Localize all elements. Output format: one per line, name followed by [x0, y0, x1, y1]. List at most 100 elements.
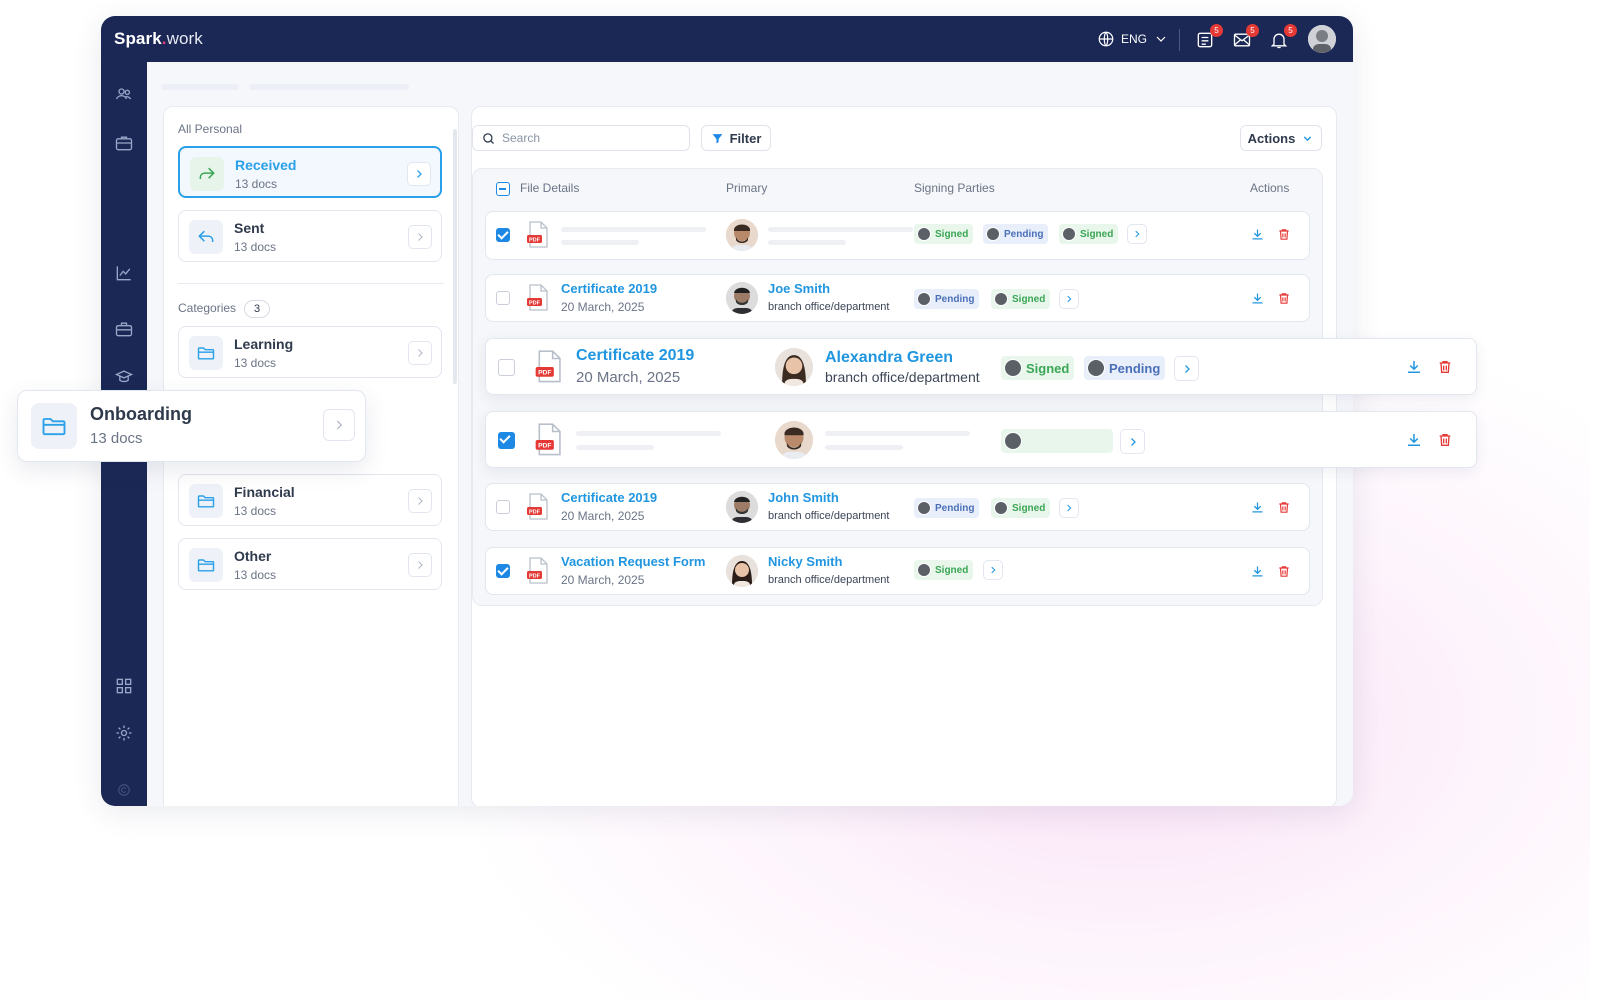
users-icon[interactable]: [114, 84, 134, 104]
column-signing-parties: Signing Parties: [914, 181, 995, 195]
messages-button[interactable]: 5: [1231, 24, 1259, 50]
trash-icon[interactable]: [1277, 500, 1291, 515]
grid-icon[interactable]: [114, 676, 134, 696]
expand-parties-button[interactable]: [983, 560, 1003, 580]
trash-icon[interactable]: [1437, 358, 1453, 376]
folder-onboarding[interactable]: Onboarding 13 docs: [17, 390, 366, 462]
table-row[interactable]: PDF: [485, 411, 1477, 468]
row-checkbox[interactable]: [496, 228, 510, 242]
download-icon[interactable]: [1250, 564, 1265, 579]
file-date: 20 March, 2025: [561, 509, 645, 523]
row-checkbox[interactable]: [496, 500, 510, 514]
primary-name[interactable]: Nicky Smith: [768, 554, 842, 569]
svg-text:PDF: PDF: [529, 300, 541, 306]
folder-count: 13 docs: [90, 430, 143, 447]
signer-avatar: [917, 227, 931, 241]
trash-icon[interactable]: [1277, 227, 1291, 242]
notifications-button[interactable]: 5: [1269, 24, 1297, 50]
actions-dropdown[interactable]: Actions: [1240, 125, 1322, 151]
select-all-checkbox[interactable]: [496, 182, 510, 196]
status-text: Signed: [935, 564, 969, 576]
folder-received[interactable]: Received 13 docs: [178, 146, 442, 198]
pdf-icon: PDF: [535, 423, 561, 456]
toolbox-icon[interactable]: [114, 319, 134, 339]
row-checkbox[interactable]: [498, 432, 515, 449]
briefcase-icon[interactable]: [114, 133, 134, 153]
file-name[interactable]: Certificate 2019: [576, 347, 694, 365]
chart-icon[interactable]: [114, 263, 134, 283]
chevron-right-button[interactable]: [408, 341, 432, 365]
chevron-right-button[interactable]: [408, 225, 432, 249]
status-badge: Signed: [1001, 356, 1075, 380]
chevron-right-button[interactable]: [408, 553, 432, 577]
language-selector[interactable]: ENG: [1097, 30, 1169, 48]
chevron-right-button[interactable]: [407, 162, 431, 186]
chevron-right-icon: [1130, 437, 1136, 446]
trash-icon[interactable]: [1277, 291, 1291, 306]
status-text: Signed: [935, 228, 969, 240]
expand-parties-button[interactable]: [1120, 429, 1145, 454]
notifications-badge: 5: [1284, 24, 1297, 37]
expand-parties-button[interactable]: [1059, 289, 1079, 309]
received-icon: [199, 167, 215, 179]
categories-count: 3: [244, 300, 271, 318]
search-input[interactable]: Search: [472, 125, 690, 151]
school-icon[interactable]: [114, 367, 134, 387]
logo-light: work: [166, 29, 203, 48]
actions-label: Actions: [1247, 130, 1296, 146]
primary-name[interactable]: Alexandra Green: [825, 349, 953, 367]
tasks-button[interactable]: 5: [1195, 24, 1223, 50]
status-badge: Signed: [991, 289, 1051, 309]
row-checkbox[interactable]: [498, 359, 515, 376]
table-row[interactable]: PDF Signed Pending Signed: [485, 211, 1310, 260]
folder-learning[interactable]: Learning 13 docs: [178, 326, 442, 378]
download-icon[interactable]: [1250, 227, 1265, 242]
chevron-right-button[interactable]: [323, 409, 355, 441]
chevron-right-button[interactable]: [408, 489, 432, 513]
folder-count: 13 docs: [234, 504, 277, 518]
file-name[interactable]: Certificate 2019: [561, 490, 657, 505]
primary-name[interactable]: John Smith: [768, 490, 839, 505]
table-row[interactable]: PDF Certificate 2019 20 March, 2025 John…: [485, 483, 1310, 531]
globe-icon: [1098, 31, 1114, 47]
download-icon[interactable]: [1405, 431, 1423, 449]
gear-icon[interactable]: [114, 723, 134, 743]
download-icon[interactable]: [1250, 291, 1265, 306]
expand-parties-button[interactable]: [1059, 498, 1079, 518]
top-bar: Spark.work ENG 5 5 5: [101, 16, 1353, 62]
folder-sent[interactable]: Sent 13 docs: [178, 210, 442, 262]
file-name[interactable]: Vacation Request Form: [561, 554, 705, 569]
folder-icon-box: [189, 548, 223, 582]
folder-financial[interactable]: Financial 13 docs: [178, 474, 442, 526]
table-row[interactable]: PDF Certificate 2019 20 March, 2025 Alex…: [485, 338, 1477, 395]
primary-name[interactable]: Joe Smith: [768, 281, 830, 296]
avatar: [726, 555, 758, 587]
scrollbar[interactable]: [453, 129, 457, 384]
status-badge: Signed: [914, 224, 974, 244]
table-row[interactable]: PDF Certificate 2019 20 March, 2025 Joe …: [485, 274, 1310, 322]
logo-bold: Spark: [114, 29, 162, 48]
folder-icon: [197, 495, 215, 508]
folder-count: 13 docs: [234, 356, 277, 370]
user-avatar[interactable]: [1308, 25, 1336, 53]
logo[interactable]: Spark.work: [114, 29, 203, 49]
expand-parties-button[interactable]: [1174, 356, 1199, 381]
status-text: Pending: [1004, 228, 1044, 240]
trash-icon[interactable]: [1277, 564, 1291, 579]
trash-icon[interactable]: [1437, 431, 1453, 449]
file-name[interactable]: Certificate 2019: [561, 281, 657, 296]
row-checkbox[interactable]: [496, 291, 510, 305]
row-checkbox[interactable]: [496, 564, 510, 578]
chevron-right-icon: [418, 497, 423, 505]
filter-button[interactable]: Filter: [701, 125, 771, 151]
column-primary: Primary: [726, 181, 768, 195]
table-row[interactable]: PDF Vacation Request Form 20 March, 2025…: [485, 547, 1310, 595]
folder-other[interactable]: Other 13 docs: [178, 538, 442, 590]
download-icon[interactable]: [1405, 358, 1423, 376]
chevron-down-icon: [1156, 36, 1166, 42]
folder-count: 13 docs: [234, 568, 277, 582]
folder-icon: [42, 418, 66, 436]
download-icon[interactable]: [1250, 500, 1265, 515]
avatar: [726, 219, 758, 251]
expand-parties-button[interactable]: [1127, 224, 1147, 244]
